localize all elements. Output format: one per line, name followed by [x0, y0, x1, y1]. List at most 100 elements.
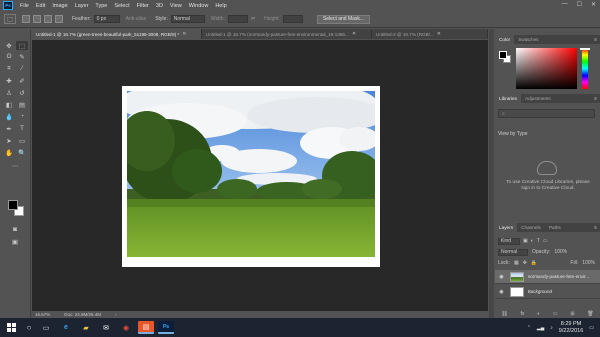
- foreground-color-chip[interactable]: [499, 51, 507, 59]
- marquee-tool-preset-icon[interactable]: ⬚: [4, 14, 16, 24]
- menu-view[interactable]: View: [170, 3, 182, 9]
- style-select[interactable]: Normal: [170, 15, 205, 23]
- document-tab-1[interactable]: Untitled-1 @ 16.7% (green-trees-beautifu…: [32, 29, 202, 39]
- menu-image[interactable]: Image: [52, 3, 67, 9]
- tab-close-icon[interactable]: ✕: [182, 31, 186, 37]
- document-tab-2[interactable]: Untitled-1 @ 16.7% (normandy-pasture-fet…: [202, 29, 372, 39]
- rectangle-tool-icon[interactable]: ▭: [16, 136, 28, 145]
- maximize-icon[interactable]: ☐: [577, 1, 582, 8]
- delete-layer-icon[interactable]: 🗑: [587, 311, 593, 317]
- library-search-field[interactable]: ⌕: [498, 109, 595, 118]
- history-brush-tool-icon[interactable]: ↺: [16, 88, 28, 97]
- tab-swatches[interactable]: Swatches: [514, 35, 542, 44]
- search-icon[interactable]: ○: [22, 318, 36, 337]
- width-input[interactable]: [227, 15, 248, 23]
- quick-mask-icon[interactable]: ◙: [9, 225, 21, 234]
- menu-edit[interactable]: Edit: [36, 3, 45, 9]
- layer-row[interactable]: ◉ normandy-pasture-fete-envir...: [495, 270, 600, 284]
- eye-icon[interactable]: ◉: [497, 274, 506, 280]
- hue-slider-track[interactable]: [582, 48, 588, 89]
- document-tab-3[interactable]: Untitled-2 @ 16.7% (RGB/... ✕: [372, 29, 488, 39]
- tab-paths[interactable]: Paths: [545, 223, 565, 232]
- start-button[interactable]: [0, 318, 22, 337]
- lock-pixels-icon[interactable]: ▦: [514, 260, 519, 266]
- antialias-checkbox[interactable]: Anti-alias: [126, 16, 147, 22]
- fill-input[interactable]: 100%: [582, 260, 595, 266]
- opacity-input[interactable]: 100%: [554, 249, 567, 255]
- folder-icon[interactable]: ▰: [78, 321, 94, 334]
- document-size[interactable]: Doc: 24.9M/26.4M: [64, 312, 101, 317]
- filter-shape-icon[interactable]: ▭: [543, 238, 548, 244]
- gradient-tool-icon[interactable]: ▤: [16, 100, 28, 109]
- new-selection-icon[interactable]: [22, 15, 30, 23]
- mail-icon[interactable]: ✉: [98, 321, 114, 334]
- foreground-color-swatch[interactable]: [8, 200, 18, 210]
- task-view-icon[interactable]: ▭: [38, 321, 54, 334]
- type-tool-icon[interactable]: T: [16, 124, 28, 133]
- filter-pixel-icon[interactable]: ▣: [523, 238, 528, 244]
- kind-filter-select[interactable]: Kind: [498, 237, 520, 245]
- edge-icon[interactable]: e: [58, 321, 74, 334]
- move-tool-icon[interactable]: ✥: [3, 41, 15, 50]
- notifications-icon[interactable]: ▭: [589, 325, 594, 331]
- pen-tool-icon[interactable]: ✒: [3, 124, 15, 133]
- menu-layer[interactable]: Layer: [75, 3, 89, 9]
- menu-filter[interactable]: Filter: [137, 3, 149, 9]
- brush-tool-icon[interactable]: ✐: [16, 76, 28, 85]
- menu-select[interactable]: Select: [114, 3, 129, 9]
- quick-selection-tool-icon[interactable]: ✎: [16, 52, 28, 61]
- layer-row[interactable]: ◉ Background: [495, 285, 600, 299]
- panel-menu-icon[interactable]: ≡: [594, 225, 597, 231]
- zoom-level[interactable]: 16.67%: [35, 312, 50, 317]
- layer-style-icon[interactable]: fx: [520, 311, 524, 317]
- screen-mode-icon[interactable]: ▣: [9, 237, 21, 246]
- rectangular-marquee-tool-icon[interactable]: ⬚: [16, 41, 28, 50]
- minimize-icon[interactable]: —: [562, 1, 568, 8]
- tab-libraries[interactable]: Libraries: [495, 94, 521, 103]
- photoshop-logo-icon[interactable]: Ps: [3, 1, 13, 10]
- crop-tool-icon[interactable]: ⌗: [3, 64, 15, 73]
- link-layers-icon[interactable]: ⛓: [501, 311, 507, 317]
- tab-adjustments[interactable]: Adjustments: [521, 94, 555, 103]
- lock-position-icon[interactable]: ✥: [523, 260, 527, 266]
- panel-menu-icon[interactable]: ≡: [594, 96, 597, 102]
- close-icon[interactable]: ✕: [591, 1, 596, 8]
- tab-close-icon[interactable]: ✕: [437, 31, 441, 37]
- path-selection-tool-icon[interactable]: ➤: [3, 136, 15, 145]
- lasso-tool-icon[interactable]: ʘ: [3, 52, 15, 61]
- zoom-tool-icon[interactable]: 🔍: [16, 148, 28, 157]
- tab-color[interactable]: Color: [495, 35, 515, 44]
- filter-type-icon[interactable]: T: [537, 238, 540, 244]
- eraser-tool-icon[interactable]: ◧: [3, 100, 15, 109]
- paint-app-icon[interactable]: ▤: [138, 321, 154, 334]
- tab-channels[interactable]: Channels: [517, 223, 545, 232]
- swap-icon[interactable]: ⇄: [251, 16, 255, 22]
- color-picker-field[interactable]: [516, 48, 577, 89]
- menu-file[interactable]: File: [20, 3, 29, 9]
- tab-close-icon[interactable]: ✕: [352, 31, 356, 37]
- document-canvas[interactable]: [122, 86, 380, 267]
- adjustment-layer-icon[interactable]: ◐: [537, 311, 540, 317]
- color-panel-swatches[interactable]: [499, 51, 511, 63]
- status-arrow-icon[interactable]: ›: [115, 312, 117, 317]
- blur-tool-icon[interactable]: 💧: [3, 112, 15, 121]
- view-by-type-dropdown[interactable]: View by Type: [498, 131, 528, 137]
- healing-brush-tool-icon[interactable]: ✚: [3, 76, 15, 85]
- eye-icon[interactable]: ◉: [497, 289, 506, 295]
- canvas-area[interactable]: [32, 40, 488, 311]
- network-icon[interactable]: ▂▄: [537, 325, 544, 331]
- menu-help[interactable]: Help: [215, 3, 226, 9]
- clone-stamp-tool-icon[interactable]: ♙: [3, 88, 15, 97]
- select-and-mask-button[interactable]: Select and Mask...: [316, 14, 371, 24]
- add-selection-icon[interactable]: [33, 15, 41, 23]
- subtract-selection-icon[interactable]: [44, 15, 52, 23]
- photoshop-taskbar-icon[interactable]: Ps: [158, 321, 174, 334]
- dodge-tool-icon[interactable]: ◔: [16, 112, 28, 121]
- tab-layers[interactable]: Layers: [495, 223, 518, 232]
- intersect-selection-icon[interactable]: [55, 15, 63, 23]
- clock[interactable]: 8:29 PM 9/22/2016: [559, 321, 583, 335]
- chrome-icon[interactable]: ◉: [118, 321, 134, 334]
- hand-tool-icon[interactable]: ✋: [3, 148, 15, 157]
- menu-type[interactable]: Type: [95, 3, 107, 9]
- menu-window[interactable]: Window: [189, 3, 209, 9]
